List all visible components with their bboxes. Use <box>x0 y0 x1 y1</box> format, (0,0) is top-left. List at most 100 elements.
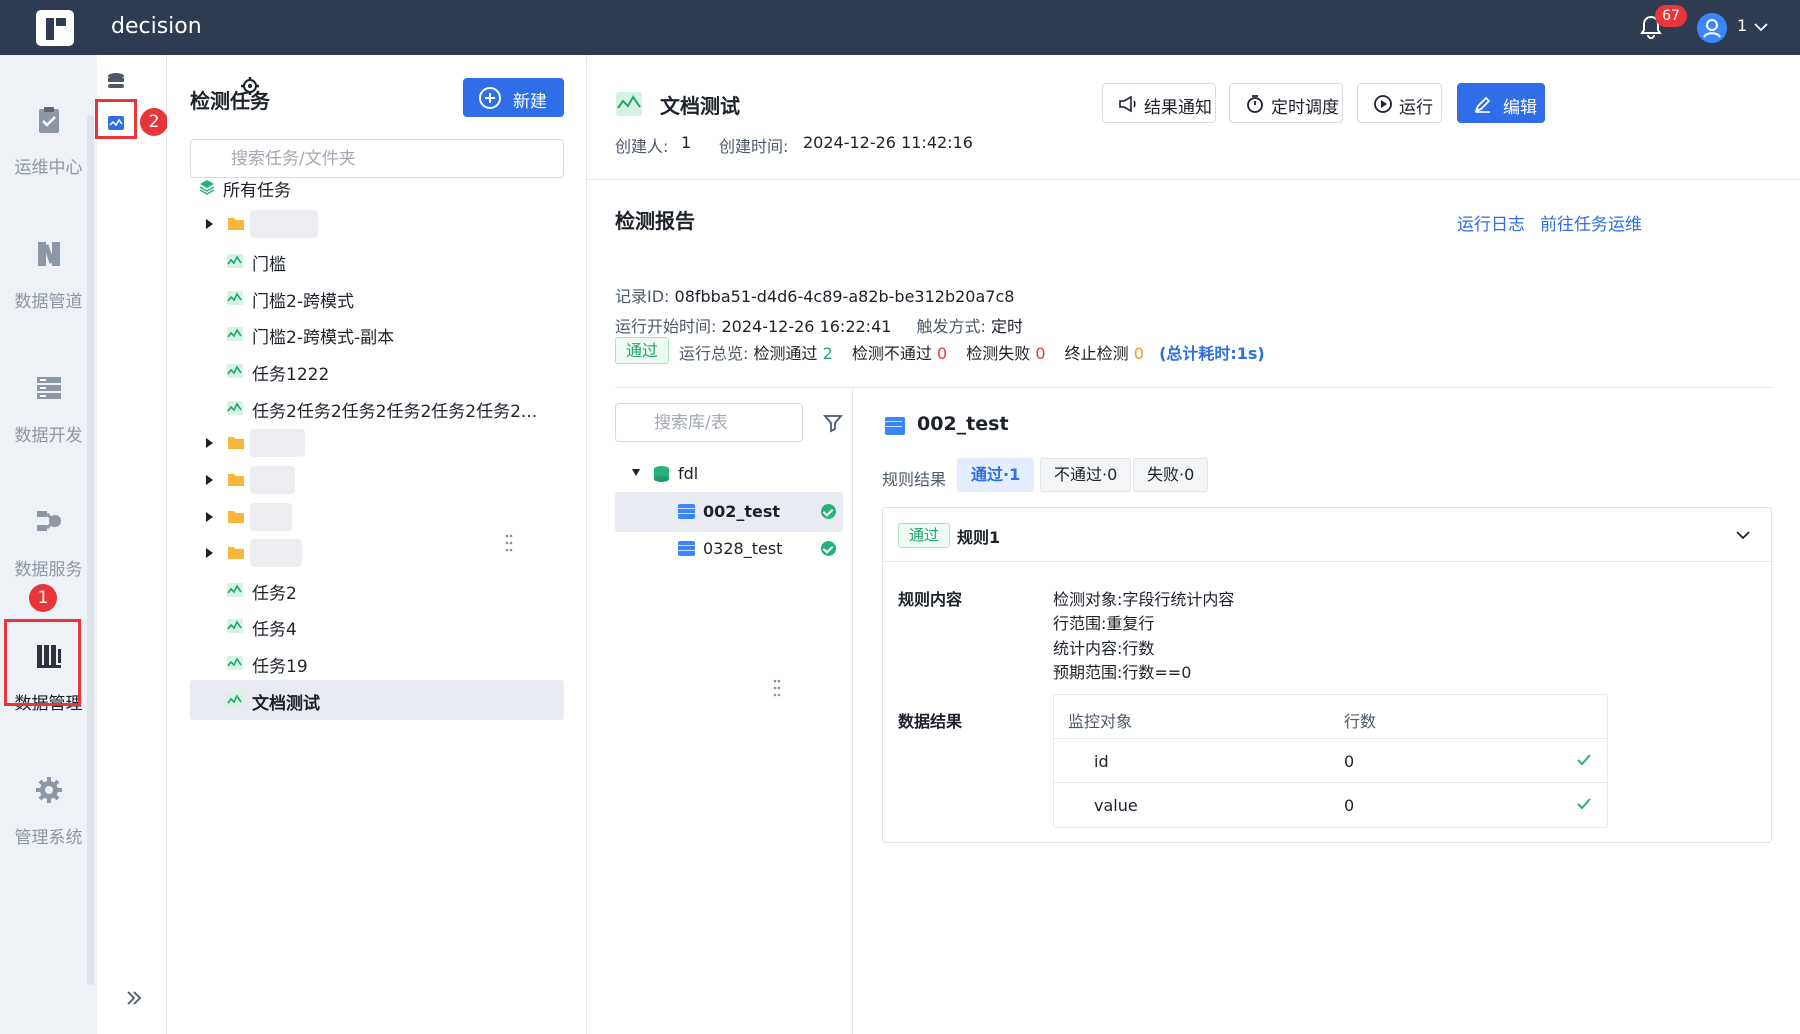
nav-ops-center[interactable]: 运维中心 <box>0 95 97 210</box>
nav-admin[interactable]: 管理系统 <box>0 765 97 880</box>
rule-content-title: 规则内容 <box>898 590 963 609</box>
quality-monitor-icon[interactable] <box>107 114 125 132</box>
chevron-down-icon[interactable] <box>1752 18 1770 36</box>
summary-label: 运行总览: <box>679 344 749 363</box>
tree-folder[interactable] <box>190 497 564 537</box>
caret-right-icon[interactable] <box>206 438 213 448</box>
app-logo[interactable] <box>36 10 74 46</box>
table-node[interactable]: 0328_test <box>615 529 843 569</box>
monitor-chart-icon <box>616 92 642 116</box>
filter-pass-chip[interactable]: 通过·1 <box>957 458 1035 492</box>
tree-task-item[interactable]: 门槛2-跨模式-副本 <box>190 314 564 354</box>
tree-folder[interactable] <box>190 204 564 244</box>
error-label: 检测失败 <box>966 344 1031 363</box>
table-header: 监控对象 行数 <box>1054 695 1607 739</box>
drag-handle-icon[interactable] <box>505 533 513 553</box>
goto-ops-link[interactable]: 前往任务运维 <box>1540 210 1642 235</box>
nav-data-manage[interactable]: 数据管理 <box>0 631 97 746</box>
monitor-chart-icon <box>227 619 243 633</box>
notify-button[interactable]: 结果通知 <box>1102 83 1216 123</box>
lib-search-input[interactable] <box>615 403 803 442</box>
caret-right-icon[interactable] <box>206 512 213 522</box>
filter-fail-chip[interactable]: 不通过·0 <box>1040 458 1132 492</box>
rule-result-label: 规则结果 <box>882 470 947 489</box>
monitor-chart-icon <box>227 656 243 670</box>
gear-icon[interactable] <box>240 76 260 96</box>
timer-icon <box>1247 95 1263 113</box>
db-label: fdl <box>678 464 699 483</box>
tree-task-item[interactable]: 任务4 <box>190 606 564 646</box>
rule-header[interactable]: 通过 规则1 <box>883 508 1771 562</box>
top-bar: decision 67 1 <box>0 0 1800 55</box>
cell-count: 0 <box>1344 796 1355 815</box>
caret-right-icon[interactable] <box>206 548 213 558</box>
caret-down-icon[interactable] <box>632 469 640 476</box>
tree-folder[interactable] <box>190 423 564 463</box>
database-icon[interactable] <box>107 72 125 90</box>
table-node-selected[interactable]: 002_test <box>615 492 843 532</box>
database-icon <box>654 466 669 482</box>
tree-root[interactable]: 所有任务 <box>190 167 564 207</box>
caret-right-icon[interactable] <box>206 219 213 229</box>
schedule-label: 定时调度 <box>1271 98 1339 118</box>
db-node[interactable]: fdl <box>615 454 843 494</box>
blurred-folder-name <box>250 539 302 567</box>
tree-task-item[interactable]: 门槛 <box>190 241 564 281</box>
data-result-table: 监控对象 行数 id 0 value 0 <box>1053 694 1608 828</box>
start-row: 运行开始时间: 2024-12-26 16:22:41 触发方式: 定时 <box>615 313 1023 337</box>
avatar[interactable] <box>1697 13 1727 43</box>
tree-task-item[interactable]: 任务19 <box>190 643 564 683</box>
record-label: 记录ID: <box>615 287 670 306</box>
record-row: 记录ID: 08fbba51-d4d6-4c89-a82b-be312b20a7… <box>615 283 1014 307</box>
layers-icon <box>199 180 215 195</box>
expand-icon[interactable] <box>124 988 144 1008</box>
creator-value: 1 <box>681 133 692 152</box>
stop-label: 终止检测 <box>1064 344 1129 363</box>
rule-content-line: 预期范围:行数==0 <box>1053 663 1192 682</box>
tree-task-item[interactable]: 任务2任务2任务2任务2任务2任务2... <box>190 388 564 428</box>
fail-count: 0 <box>937 344 948 363</box>
rule-content-line: 检测对象:字段行统计内容 <box>1053 590 1235 609</box>
service-network-icon <box>37 511 61 531</box>
run-button[interactable]: 运行 <box>1357 83 1442 123</box>
play-circle-icon <box>1374 95 1392 113</box>
chevron-down-icon[interactable] <box>1735 528 1751 542</box>
run-log-link[interactable]: 运行日志 <box>1457 210 1525 235</box>
tree-task-item[interactable]: 任务2 <box>190 570 564 610</box>
new-task-button[interactable]: 新建 <box>463 78 564 117</box>
filter-error-chip[interactable]: 失败·0 <box>1133 458 1209 492</box>
sub-rail <box>97 55 167 1034</box>
status-badge: 通过 <box>615 337 670 364</box>
nav-label: 数据开发 <box>14 426 83 446</box>
server-stack-icon <box>37 377 61 399</box>
rule-status-badge: 通过 <box>898 523 951 548</box>
nav-data-pipeline[interactable]: 数据管道 <box>0 229 97 344</box>
clipboard-check-icon <box>39 107 59 133</box>
cell-object: id <box>1094 752 1109 771</box>
filter-icon[interactable] <box>823 413 843 433</box>
task-label: 任务1222 <box>252 365 330 385</box>
tree-task-item[interactable]: 任务1222 <box>190 351 564 391</box>
edit-button[interactable]: 编辑 <box>1457 83 1545 123</box>
table-row: id 0 <box>1054 739 1607 783</box>
nav-label: 管理系统 <box>14 828 83 848</box>
column-header: 行数 <box>1344 712 1377 731</box>
megaphone-icon <box>1119 95 1136 113</box>
step-marker: 2 <box>140 108 168 136</box>
edit-label: 编辑 <box>1503 98 1537 118</box>
nav-data-dev[interactable]: 数据开发 <box>0 363 97 478</box>
tree-task-item-selected[interactable]: 文档测试 <box>190 680 564 720</box>
drag-handle-icon[interactable] <box>773 678 781 698</box>
plus-icon <box>485 93 495 103</box>
tree-folder[interactable] <box>190 460 564 500</box>
user-name[interactable]: 1 <box>1737 16 1747 35</box>
rule-card: 通过 规则1 规则内容 检测对象:字段行统计内容 行范围:重复行 统计内容:行数… <box>882 507 1772 843</box>
schedule-button[interactable]: 定时调度 <box>1229 83 1343 123</box>
task-label: 任务4 <box>252 620 297 640</box>
caret-right-icon[interactable] <box>206 475 213 485</box>
table-icon <box>678 541 695 556</box>
monitor-chart-icon <box>227 327 243 341</box>
success-icon <box>821 504 836 519</box>
folder-icon <box>228 474 244 486</box>
tree-task-item[interactable]: 门槛2-跨模式 <box>190 278 564 318</box>
